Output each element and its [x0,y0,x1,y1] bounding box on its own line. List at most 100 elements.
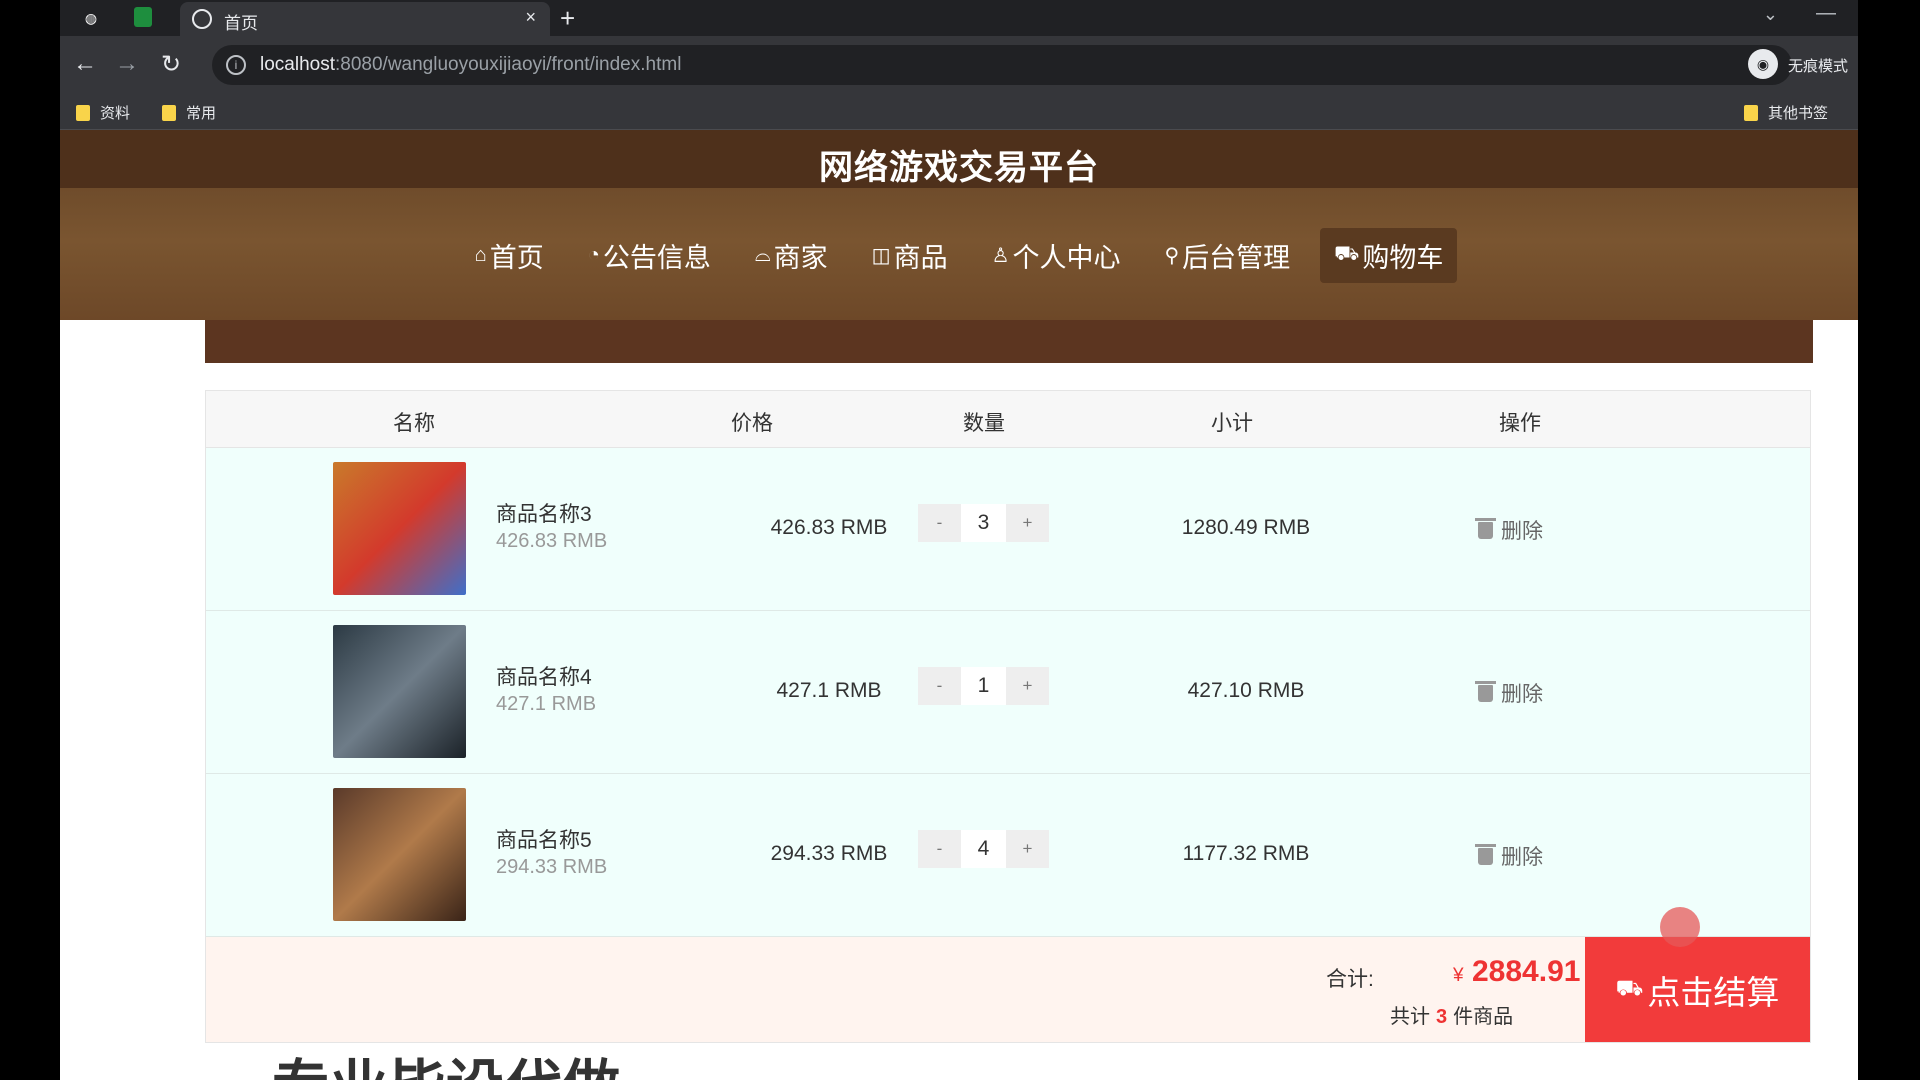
nav-home[interactable]: ⌂ 首页 [461,228,558,283]
cart-row: 商品名称5 294.33 RMB 294.33 RMB - 4 + 1177.3… [206,774,1810,937]
bookmark-folder[interactable]: 资料 [76,102,130,123]
nav-admin[interactable]: ⚲ 后台管理 [1151,228,1305,283]
reload-icon[interactable]: ↻ [156,50,186,79]
user-icon: ♙ [991,245,1010,267]
product-price: 294.33 RMB [770,842,888,865]
header-price: 价格 [731,412,773,435]
header-quantity: 数量 [963,412,1005,435]
product-price: 427.1 RMB [776,679,882,702]
home-icon: ⌂ [474,244,487,266]
delete-button[interactable]: 删除 [1475,841,1543,871]
cart-table: 名称 价格 数量 小计 操作 商品名称3 426.83 RMB 426.83 R… [205,390,1811,1043]
profile-label: 无痕模式 [1788,58,1849,75]
nav-announcements[interactable]: ◔ 公告信息 [574,228,725,283]
main-nav: ⌂ 首页 ◔ 公告信息 ⌓ 商家 ◫ 商品 ♙ 个人中心 ⚲ 后台管理 ⛟ 购物车 [60,188,1858,320]
decrease-button[interactable]: - [918,667,961,705]
product-unit-price: 294.33 RMB [496,856,608,878]
trash-icon [1475,843,1496,865]
increase-button[interactable]: + [1006,830,1049,868]
currency-symbol: ¥ [1453,965,1464,986]
row-subtotal: 1177.32 RMB [1182,842,1310,865]
bookmarks-bar: 资料 常用 其他书签 [60,94,1858,130]
trash-icon [1475,517,1496,539]
tab-title: 首页 [224,14,258,33]
bookmark-label: 资料 [100,105,131,122]
globe-icon [192,9,212,29]
nav-cart[interactable]: ⛟ 购物车 [1320,228,1458,283]
site-header: 网络游戏交易平台 [60,130,1858,188]
address-toolbar: ← → ↻ i localhost:8080/wangluoyouxijiaoy… [60,36,1858,94]
quantity-stepper: - 3 + [918,504,1049,542]
delete-button[interactable]: 删除 [1475,515,1543,545]
total-label: 合计: [1326,968,1374,991]
checkout-button[interactable]: ⛟ 点击结算 [1585,937,1810,1042]
forward-arrow-icon[interactable]: → [112,50,142,78]
url-text: localhost:8080/wangluoyouxijiaoyi/front/… [260,54,682,75]
bookmark-folder-other[interactable]: 其他书签 [1744,102,1828,123]
product-unit-price: 427.1 RMB [496,693,597,715]
quantity-input[interactable]: 4 [961,830,1006,868]
book-icon: ◫ [871,245,891,267]
quantity-stepper: - 4 + [918,830,1049,868]
nav-label: 购物车 [1362,243,1444,273]
folder-icon [76,104,90,121]
nav-profile[interactable]: ♙ 个人中心 [978,228,1135,283]
product-price: 426.83 RMB [770,516,888,539]
product-image[interactable] [333,625,466,758]
decrease-button[interactable]: - [918,504,961,542]
increase-button[interactable]: + [1006,504,1049,542]
browser-window: ◍ 首页 × + ⌄ — ← → ↻ i localhost:8080/wang… [60,0,1858,1080]
cart-icon: ⛟ [1334,243,1360,265]
globe-icon[interactable]: ◍ [80,7,102,29]
tab-bar: ◍ 首页 × + ⌄ — [60,0,1858,36]
nav-label: 商家 [773,243,828,273]
link-icon: ⚲ [1164,245,1180,267]
back-arrow-icon[interactable]: ← [70,50,100,78]
delete-button[interactable]: 删除 [1475,678,1543,708]
checkout-label: 点击结算 [1647,973,1780,1011]
chevron-down-icon[interactable]: ⌄ [1763,4,1778,25]
bookmark-folder[interactable]: 常用 [162,102,216,123]
total-amount: 2884.91 [1472,955,1581,988]
nav-label: 后台管理 [1182,243,1291,273]
clock-icon: ◔ [587,244,600,266]
nav-label: 个人中心 [1012,243,1121,273]
product-name[interactable]: 商品名称5 [496,824,592,854]
delete-label: 删除 [1501,520,1543,543]
product-name[interactable]: 商品名称4 [496,661,592,691]
new-tab-button[interactable]: + [560,3,575,34]
nav-label: 首页 [489,243,544,273]
cart-summary: 合计: ¥ 2884.91 共计 3 件商品 ⛟ 点击结算 [206,937,1810,1042]
product-image[interactable] [333,788,466,921]
tab-home[interactable]: 首页 × [180,2,550,36]
banner-strip [205,320,1813,363]
quantity-input[interactable]: 3 [961,504,1006,542]
header-name: 名称 [393,412,435,435]
delete-label: 删除 [1501,683,1543,706]
nav-products[interactable]: ◫ 商品 [858,228,962,283]
sheets-icon[interactable] [134,7,152,27]
product-unit-price: 426.83 RMB [496,530,608,552]
address-input[interactable]: i localhost:8080/wangluoyouxijiaoyi/fron… [212,45,1792,85]
quantity-input[interactable]: 1 [961,667,1006,705]
increase-button[interactable]: + [1006,667,1049,705]
site-title: 网络游戏交易平台 [819,149,1099,187]
incognito-profile[interactable]: ◉ 无痕模式 [1748,45,1858,85]
header-subtotal: 小计 [1211,412,1253,435]
product-name[interactable]: 商品名称3 [496,498,592,528]
info-icon[interactable]: i [226,55,246,75]
dashboard-icon: ⌓ [754,244,771,266]
nav-label: 公告信息 [602,243,711,273]
nav-merchants[interactable]: ⌓ 商家 [741,228,842,283]
close-tab-icon[interactable]: × [525,7,536,28]
header-actions: 操作 [1499,412,1541,435]
minimize-icon[interactable]: — [1816,2,1836,25]
bookmark-label: 其他书签 [1768,105,1829,122]
decrease-button[interactable]: - [918,830,961,868]
product-image[interactable] [333,462,466,595]
nav-label: 商品 [893,243,948,273]
bottom-watermark-text: 专业毕设代做 [272,1040,620,1080]
cart-icon: ⛟ [1615,975,1644,1000]
row-subtotal: 1280.49 RMB [1181,516,1311,539]
delete-label: 删除 [1501,846,1543,869]
